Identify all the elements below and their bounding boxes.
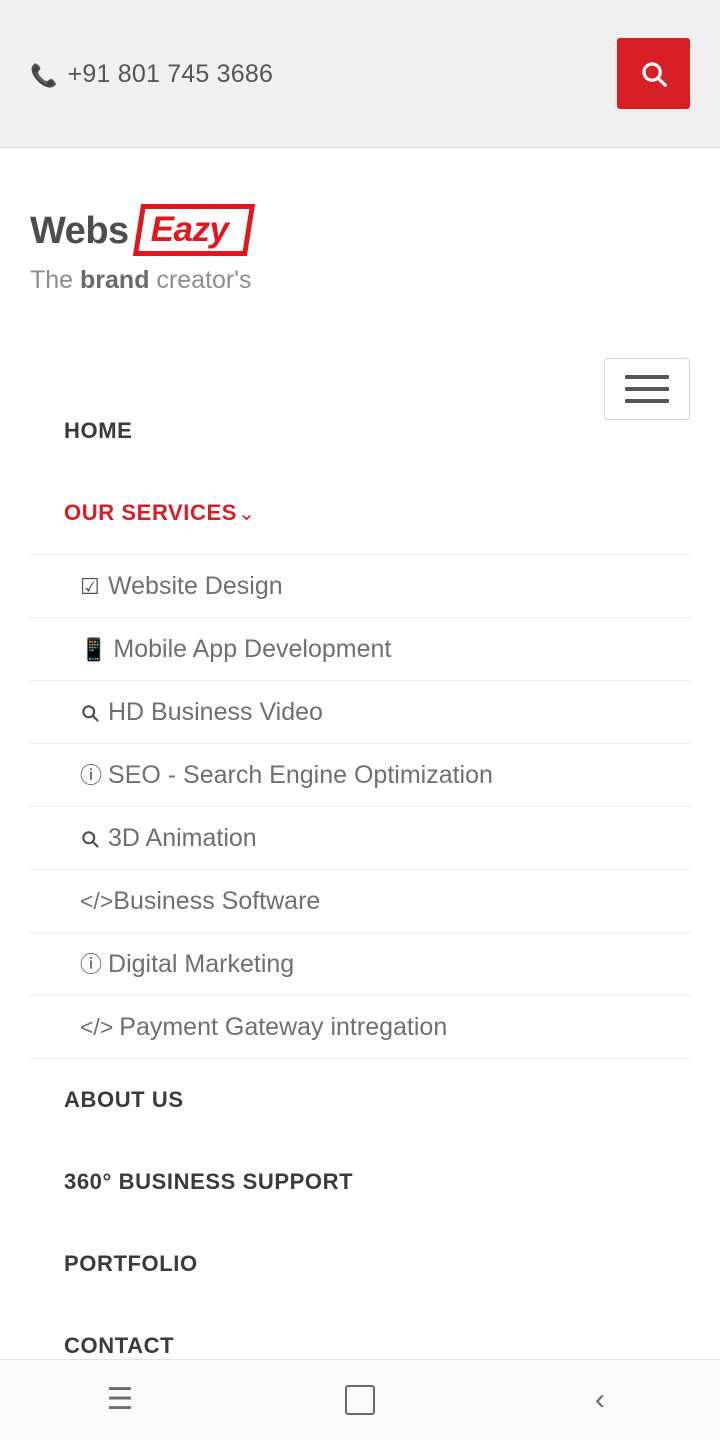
services-submenu: ☑ Website Design 📱 Mobile App Development … xyxy=(30,554,690,1059)
tagline-pre: The xyxy=(30,266,81,294)
submenu-item-seo[interactable]: ⓘ SEO - Search Engine Optimization xyxy=(30,744,690,807)
submenu-item-mobile-app-development[interactable]: 📱 Mobile App Development xyxy=(30,618,690,681)
nav-item-portfolio[interactable]: PORTFOLIO xyxy=(0,1223,720,1305)
nav-item-home[interactable]: HOME xyxy=(0,390,720,472)
code-icon: </> xyxy=(80,1014,114,1040)
submenu-item-website-design[interactable]: ☑ Website Design xyxy=(30,555,690,618)
nav-item-our-services-label: OUR SERVICES xyxy=(64,500,238,525)
submenu-item-digital-marketing[interactable]: ⓘ Digital Marketing xyxy=(30,933,690,996)
top-contact-bar: 📞 +91 801 745 3686 xyxy=(0,0,720,148)
logo-word-eazy: Eazy xyxy=(150,210,229,249)
search-icon xyxy=(639,59,669,89)
home-button[interactable] xyxy=(300,1385,420,1415)
submenu-label: 3D Animation xyxy=(108,824,257,852)
search-button[interactable] xyxy=(617,38,690,109)
home-square-icon xyxy=(345,1385,375,1415)
submenu-label: Website Design xyxy=(108,572,283,600)
submenu-item-business-software[interactable]: </>Business Software xyxy=(30,870,690,933)
submenu-item-hd-business-video[interactable]: HD Business Video xyxy=(30,681,690,744)
search-icon xyxy=(80,682,102,743)
system-navigation-bar: ☰ ‹ xyxy=(0,1359,720,1440)
submenu-item-3d-animation[interactable]: 3D Animation xyxy=(30,807,690,870)
main-navigation: HOME OUR SERVICES⌄ ☑ Website Design 📱 Mobi… xyxy=(0,390,720,1387)
info-circle-icon: ⓘ xyxy=(80,763,103,788)
phone-number[interactable]: 📞 +91 801 745 3686 xyxy=(30,60,273,89)
phone-number-text: +91 801 745 3686 xyxy=(67,60,274,88)
brand-header: Webs Eazy The brand creator's xyxy=(0,148,720,420)
logo-wordmark: Webs Eazy xyxy=(30,200,300,262)
logo-word-webs: Webs xyxy=(30,209,129,252)
search-icon xyxy=(80,808,102,869)
nav-item-our-services[interactable]: OUR SERVICES⌄ xyxy=(0,472,720,554)
mobile-icon: 📱 xyxy=(80,637,108,662)
submenu-label: Digital Marketing xyxy=(108,950,295,978)
hamburger-icon-bar-1 xyxy=(625,375,669,379)
nav-item-about-us[interactable]: ABOUT US xyxy=(0,1059,720,1141)
submenu-label: Business Software xyxy=(113,887,321,915)
back-icon[interactable]: ‹ xyxy=(540,1385,660,1415)
tagline-post: creator's xyxy=(149,266,252,294)
phone-icon: 📞 xyxy=(30,62,58,88)
submenu-item-payment-gateway-intregation[interactable]: </> Payment Gateway intregation xyxy=(30,996,690,1059)
logo-word-eazy-wrap: Eazy xyxy=(132,202,257,260)
nav-item-360-business-support[interactable]: 360° BUSINESS SUPPORT xyxy=(0,1141,720,1223)
logo-tagline: The brand creator's xyxy=(30,266,300,295)
chevron-down-icon: ⌄ xyxy=(238,503,256,525)
site-logo[interactable]: Webs Eazy The brand creator's xyxy=(30,200,300,295)
submenu-label: Mobile App Development xyxy=(113,635,392,663)
recent-apps-icon[interactable]: ☰ xyxy=(60,1385,180,1415)
submenu-label: SEO - Search Engine Optimization xyxy=(108,761,493,789)
check-square-icon: ☑ xyxy=(80,574,100,599)
submenu-label: Payment Gateway intregation xyxy=(119,1013,448,1041)
submenu-label: HD Business Video xyxy=(108,698,323,726)
info-circle-icon: ⓘ xyxy=(80,952,103,977)
code-icon: </> xyxy=(80,888,114,914)
tagline-bold: brand xyxy=(80,266,150,294)
